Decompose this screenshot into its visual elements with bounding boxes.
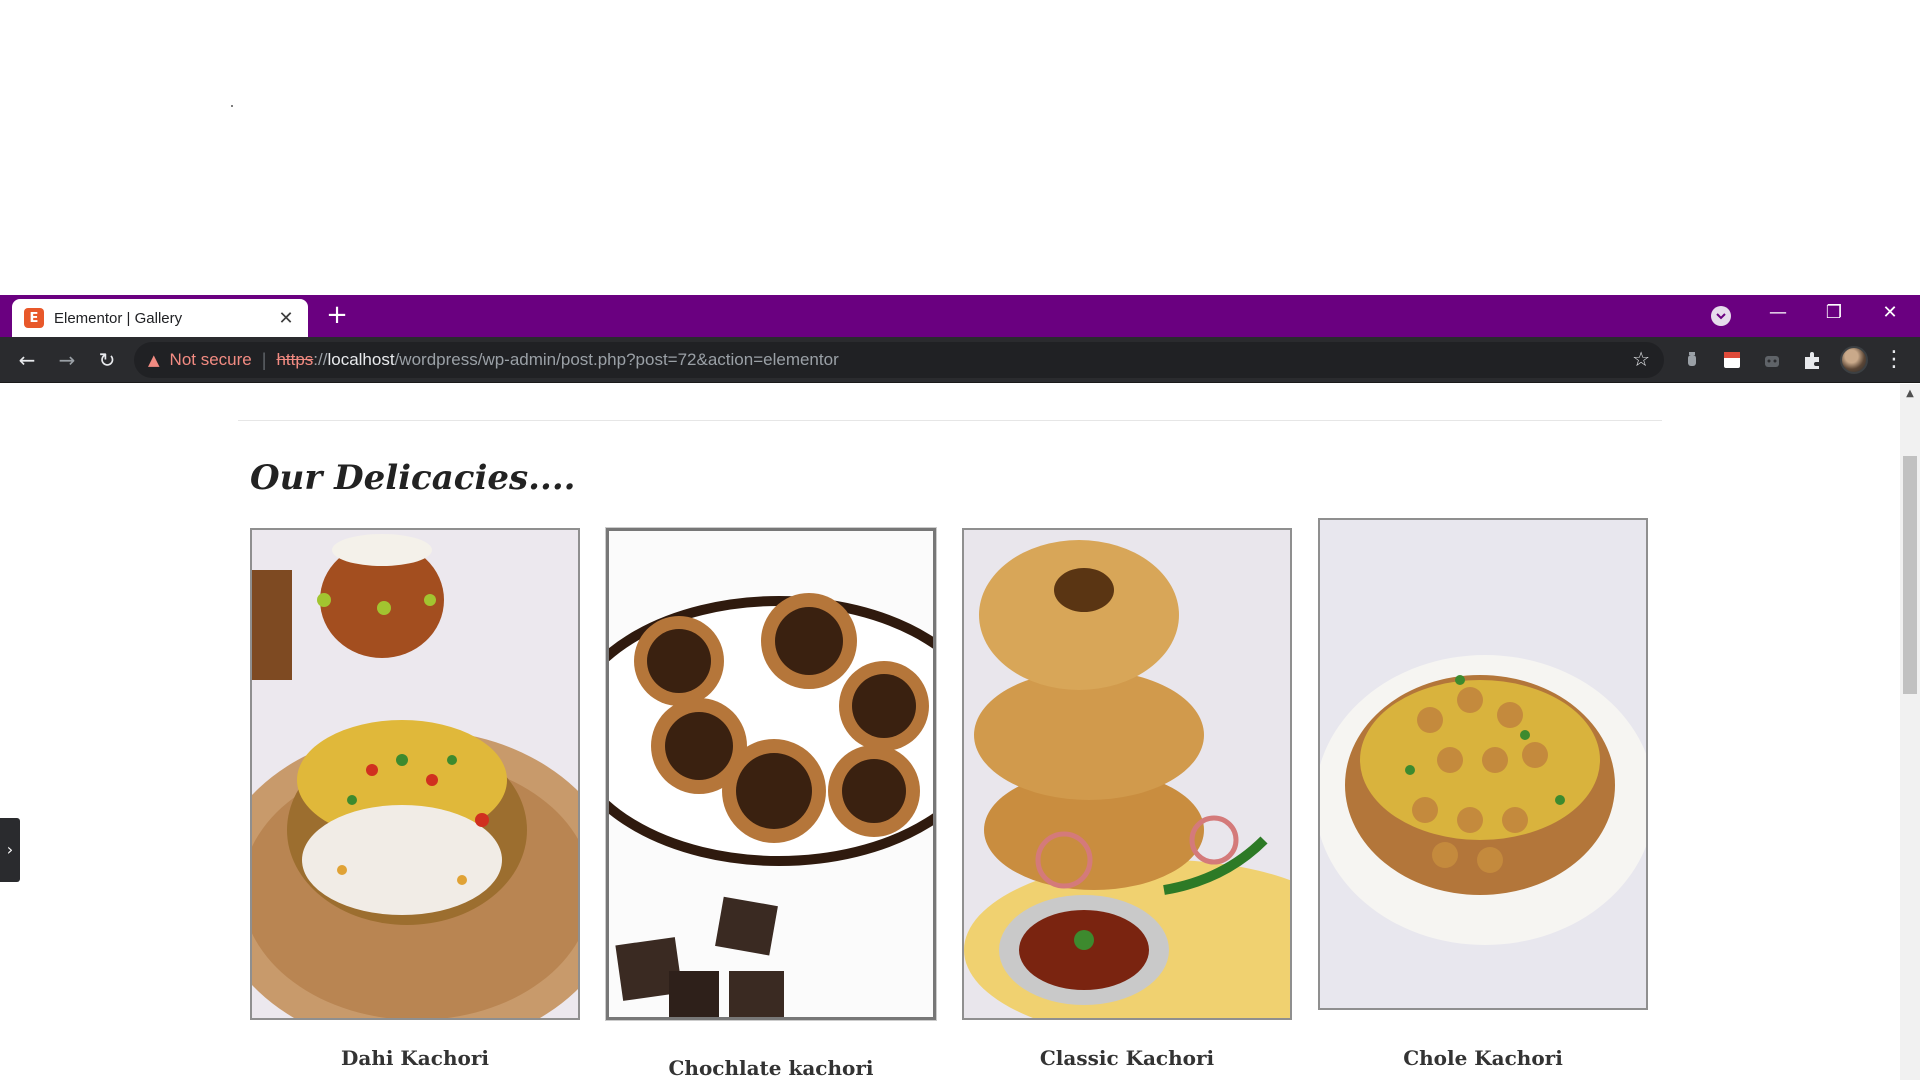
- scrollbar-thumb[interactable]: [1903, 456, 1917, 694]
- url-host: localhost: [327, 350, 395, 369]
- section-heading: Our Delicacies....: [250, 458, 576, 498]
- section-divider: [238, 420, 1662, 421]
- gallery-item[interactable]: Classic Kachori: [962, 528, 1292, 1070]
- gallery-item[interactable]: Chochlate kachori: [606, 528, 936, 1080]
- gallery-item[interactable]: Chole Kachori: [1318, 518, 1648, 1070]
- tab-elementor-gallery[interactable]: E Elementor | Gallery ✕: [12, 299, 308, 337]
- omnibox-separator: |: [261, 349, 267, 370]
- gallery-caption: Chole Kachori: [1403, 1046, 1563, 1070]
- blank-area: [0, 0, 1920, 295]
- url-path: /wordpress/wp-admin/post.php?post=72&act…: [394, 350, 839, 369]
- extension-cup-icon[interactable]: [1681, 349, 1703, 371]
- tab-close-icon[interactable]: ✕: [276, 308, 296, 329]
- page-viewport: Our Delicacies.... Dahi Kachori Chochlat…: [0, 384, 1900, 1080]
- more-vertical-icon[interactable]: ⋮: [1882, 345, 1906, 375]
- url-slashes: ://: [313, 350, 328, 369]
- tab-title: Elementor | Gallery: [54, 309, 183, 327]
- url-scheme: https: [276, 350, 314, 369]
- puzzle-icon[interactable]: [1801, 349, 1823, 371]
- not-secure-label[interactable]: Not secure: [170, 350, 252, 370]
- browser-toolbar: ← → ↻ ▲ Not secure | https://localhost/w…: [0, 337, 1920, 383]
- close-window-button[interactable]: ✕: [1862, 295, 1918, 331]
- star-icon[interactable]: ☆: [1632, 347, 1650, 371]
- tab-search-button[interactable]: [1711, 306, 1731, 326]
- warning-icon[interactable]: ▲: [148, 351, 160, 369]
- classic-kachori-image: [964, 530, 1290, 1018]
- url-text[interactable]: https://localhost/wordpress/wp-admin/pos…: [276, 350, 838, 370]
- forward-button[interactable]: →: [52, 345, 82, 375]
- new-tab-button[interactable]: +: [322, 300, 352, 330]
- address-bar[interactable]: ▲ Not secure | https://localhost/wordpre…: [134, 342, 1664, 378]
- panel-toggle-button[interactable]: ›: [0, 818, 20, 882]
- stray-dot: [231, 105, 233, 107]
- chocolate-kachori-image: [609, 531, 933, 1017]
- back-button[interactable]: ←: [12, 345, 42, 375]
- classic-kachori-photo[interactable]: [962, 528, 1292, 1020]
- chole-kachori-photo[interactable]: [1318, 518, 1648, 1010]
- gallery-caption: Dahi Kachori: [341, 1046, 489, 1070]
- scroll-up-icon[interactable]: ▲: [1900, 386, 1920, 402]
- elementor-favicon-icon: E: [24, 308, 44, 328]
- dahi-kachori-photo[interactable]: [250, 528, 580, 1020]
- vertical-scrollbar[interactable]: ▲: [1900, 384, 1920, 1080]
- chocolate-kachori-photo[interactable]: [606, 528, 936, 1020]
- minimize-button[interactable]: —: [1750, 295, 1806, 331]
- gallery-caption: Chochlate kachori: [668, 1056, 874, 1080]
- profile-avatar[interactable]: [1840, 346, 1868, 374]
- extension-robot-icon[interactable]: [1761, 349, 1783, 371]
- tab-strip: E Elementor | Gallery ✕ + — ❐ ✕: [0, 295, 1920, 337]
- gallery-item[interactable]: Dahi Kachori: [250, 528, 580, 1070]
- reload-button[interactable]: ↻: [92, 345, 122, 375]
- chevron-down-icon: [1716, 313, 1726, 320]
- chole-kachori-image: [1320, 520, 1646, 1008]
- restore-button[interactable]: ❐: [1806, 295, 1862, 331]
- extension-calendar-icon[interactable]: [1721, 349, 1743, 371]
- dahi-kachori-image: [252, 530, 578, 1018]
- gallery-caption: Classic Kachori: [1039, 1046, 1215, 1070]
